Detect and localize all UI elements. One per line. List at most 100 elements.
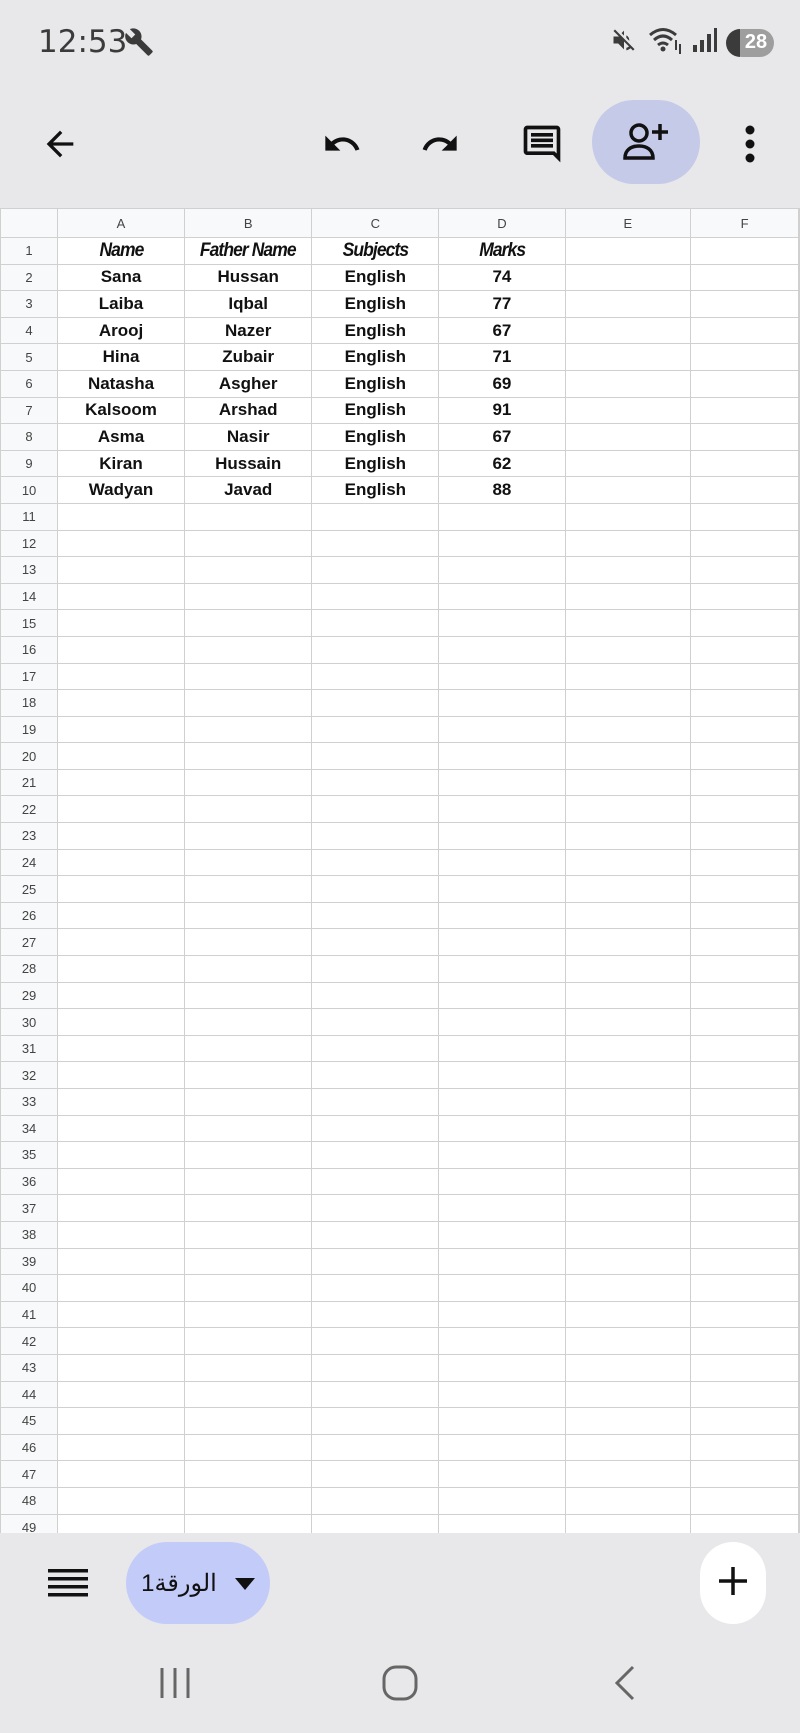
cell-d17[interactable] <box>438 662 566 691</box>
cell-a22[interactable] <box>57 795 185 824</box>
cell-overflow[interactable] <box>798 1194 800 1222</box>
row-header[interactable]: 24 <box>0 848 59 877</box>
cell-a3[interactable]: Laiba <box>57 290 185 318</box>
cell-overflow[interactable] <box>798 1247 800 1276</box>
row-header[interactable]: 25 <box>0 875 59 903</box>
cell-c16[interactable] <box>311 635 440 664</box>
sheet-tab[interactable]: الورقة1 <box>126 1542 270 1624</box>
cell-c46[interactable] <box>311 1433 440 1462</box>
cell-overflow[interactable] <box>798 423 800 451</box>
row-header[interactable]: 28 <box>0 955 59 983</box>
cell-a36[interactable] <box>57 1167 185 1196</box>
cell-a4[interactable]: Arooj <box>57 316 185 345</box>
cell-f26[interactable] <box>690 901 799 930</box>
cell-b20[interactable] <box>183 742 313 770</box>
cell-f22[interactable] <box>690 795 799 824</box>
cell-c23[interactable] <box>311 822 440 850</box>
cell-f28[interactable] <box>690 955 799 983</box>
cell-overflow[interactable] <box>798 476 800 504</box>
cell-f49[interactable] <box>690 1513 799 1533</box>
cell-f35[interactable] <box>690 1141 799 1169</box>
cell-overflow[interactable] <box>798 237 800 265</box>
cell-overflow[interactable] <box>798 343 800 371</box>
row-header[interactable]: 38 <box>0 1220 59 1249</box>
cell-c18[interactable] <box>311 689 440 717</box>
cell-b36[interactable] <box>183 1167 313 1196</box>
cell-d2[interactable]: 74 <box>438 263 566 292</box>
cell-b18[interactable] <box>183 689 313 717</box>
cell-d16[interactable] <box>438 635 566 664</box>
cell-f44[interactable] <box>690 1380 799 1409</box>
cell-f48[interactable] <box>690 1486 799 1515</box>
back-arrow-icon[interactable] <box>28 112 92 176</box>
cell-e6[interactable] <box>564 369 692 398</box>
column-header-e[interactable]: E <box>564 208 692 238</box>
cell-a28[interactable] <box>57 955 185 983</box>
cell-overflow[interactable] <box>798 396 800 425</box>
undo-icon[interactable] <box>310 112 374 176</box>
cell-overflow[interactable] <box>798 875 800 903</box>
cell-f20[interactable] <box>690 742 799 770</box>
cell-e10[interactable] <box>564 476 692 504</box>
cell-f19[interactable] <box>690 715 799 744</box>
cell-f14[interactable] <box>690 582 799 611</box>
cell-c29[interactable] <box>311 981 440 1010</box>
cell-b35[interactable] <box>183 1141 313 1169</box>
cell-f31[interactable] <box>690 1034 799 1063</box>
cell-e43[interactable] <box>564 1353 692 1382</box>
cell-d37[interactable] <box>438 1194 566 1222</box>
cell-b17[interactable] <box>183 662 313 691</box>
cell-e44[interactable] <box>564 1380 692 1409</box>
row-header[interactable]: 8 <box>0 423 59 451</box>
cell-a49[interactable] <box>57 1513 185 1533</box>
cell-a42[interactable] <box>57 1327 185 1355</box>
cell-overflow[interactable] <box>798 1300 800 1329</box>
cell-f16[interactable] <box>690 635 799 664</box>
cell-a34[interactable] <box>57 1114 185 1143</box>
cell-e37[interactable] <box>564 1194 692 1222</box>
cell-e49[interactable] <box>564 1513 692 1533</box>
cell-a14[interactable] <box>57 582 185 611</box>
cell-c25[interactable] <box>311 875 440 903</box>
cell-e1[interactable] <box>569 237 687 265</box>
cell-f15[interactable] <box>690 609 799 637</box>
cell-d12[interactable] <box>438 529 566 558</box>
cell-f36[interactable] <box>690 1167 799 1196</box>
cell-d42[interactable] <box>438 1327 566 1355</box>
cell-overflow[interactable] <box>798 1433 800 1462</box>
cell-c15[interactable] <box>311 609 440 637</box>
cell-overflow[interactable] <box>798 1353 800 1382</box>
cell-f40[interactable] <box>690 1274 799 1302</box>
cell-a30[interactable] <box>57 1008 185 1036</box>
cell-d5[interactable]: 71 <box>438 343 566 371</box>
cell-f45[interactable] <box>690 1407 799 1435</box>
cell-f33[interactable] <box>690 1088 799 1116</box>
cell-c42[interactable] <box>311 1327 440 1355</box>
cell-d33[interactable] <box>438 1088 566 1116</box>
row-header[interactable]: 33 <box>0 1088 59 1116</box>
cell-b28[interactable] <box>183 955 313 983</box>
cell-c9[interactable]: English <box>311 449 440 478</box>
cell-f11[interactable] <box>690 502 799 531</box>
cell-overflow[interactable] <box>798 689 800 717</box>
cell-c20[interactable] <box>311 742 440 770</box>
cell-f32[interactable] <box>690 1061 799 1089</box>
cell-c24[interactable] <box>311 848 440 877</box>
row-header[interactable]: 16 <box>0 635 59 664</box>
cell-d32[interactable] <box>438 1061 566 1089</box>
cell-a46[interactable] <box>57 1433 185 1462</box>
cell-a37[interactable] <box>57 1194 185 1222</box>
cell-e4[interactable] <box>564 316 692 345</box>
cell-d22[interactable] <box>438 795 566 824</box>
cell-overflow[interactable] <box>798 822 800 850</box>
cell-d18[interactable] <box>438 689 566 717</box>
cell-c6[interactable]: English <box>311 369 440 398</box>
cell-d30[interactable] <box>438 1008 566 1036</box>
row-header[interactable]: 11 <box>0 502 59 531</box>
cell-overflow[interactable] <box>798 1460 800 1488</box>
cell-overflow[interactable] <box>798 955 800 983</box>
all-sheets-menu-icon[interactable] <box>44 1559 92 1607</box>
cell-c35[interactable] <box>311 1141 440 1169</box>
cell-b4[interactable]: Nazer <box>183 316 313 345</box>
cell-f12[interactable] <box>690 529 799 558</box>
